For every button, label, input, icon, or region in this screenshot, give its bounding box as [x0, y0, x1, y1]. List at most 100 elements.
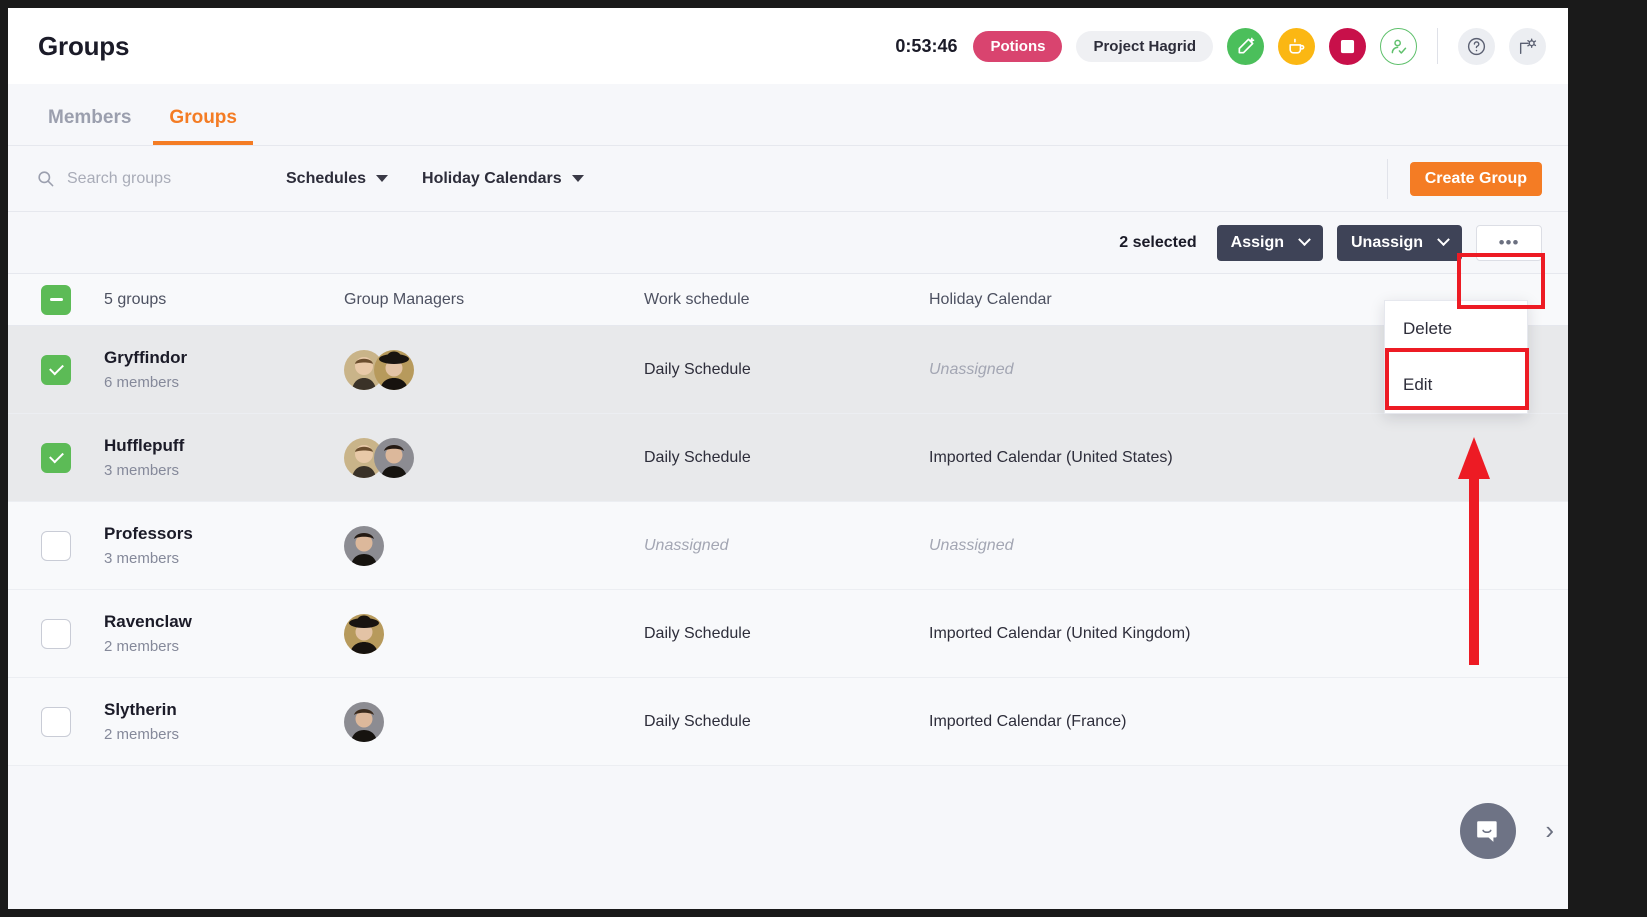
group-name-cell: Hufflepuff 3 members — [104, 436, 344, 479]
group-member-count: 6 members — [104, 374, 180, 391]
table-header-row: 5 groups Group Managers Work schedule Ho… — [8, 274, 1568, 326]
start-tracking-icon[interactable] — [1227, 27, 1264, 65]
select-all-checkbox[interactable] — [41, 284, 71, 315]
group-member-count: 2 members — [104, 726, 180, 743]
table-row[interactable]: Gryffindor 6 members Daily Schedule Unas… — [8, 326, 1568, 414]
table-row[interactable]: Professors 3 members Unassigned Unassign… — [8, 502, 1568, 590]
unassign-button-label: Unassign — [1350, 233, 1423, 251]
row-checkbox[interactable] — [41, 530, 71, 561]
page-title: Groups — [38, 30, 130, 61]
group-managers-cell — [344, 437, 644, 478]
assign-button[interactable]: Assign — [1216, 224, 1323, 261]
create-group-area: Create Group — [1386, 146, 1568, 211]
column-group-managers: Group Managers — [344, 290, 465, 308]
holiday-calendar-value: Imported Calendar (France) — [929, 712, 1127, 730]
avatar — [374, 349, 414, 390]
settings-button[interactable] — [1509, 27, 1546, 65]
avatar — [344, 701, 384, 742]
more-options-button[interactable]: ••• — [1476, 224, 1542, 261]
chat-bubble-icon — [1477, 821, 1497, 842]
avatar-image — [374, 437, 414, 478]
check-icon — [48, 448, 64, 464]
selected-count: 2 selected — [1119, 233, 1197, 251]
holiday-calendars-filter-label: Holiday Calendars — [422, 169, 562, 187]
group-name: Gryffindor — [104, 348, 188, 367]
group-member-count: 3 members — [104, 550, 180, 567]
row-checkbox[interactable] — [41, 706, 71, 737]
group-managers-cell — [344, 349, 644, 390]
more-options-menu: Delete Edit — [1384, 300, 1528, 414]
tab-members[interactable]: Members — [32, 107, 147, 145]
search-box[interactable] — [36, 169, 286, 188]
top-header: Groups 0:53:46 Potions Project Hagrid — [8, 8, 1568, 84]
work-schedule-cell: Unassigned — [644, 537, 929, 555]
holiday-calendar-value: Imported Calendar (United Kingdom) — [929, 624, 1191, 642]
chevron-down-icon — [571, 175, 584, 182]
schedules-filter[interactable]: Schedules — [286, 169, 389, 188]
more-options-label: ••• — [1498, 232, 1520, 252]
work-schedule-value: Daily Schedule — [644, 448, 751, 466]
menu-item-edit[interactable]: Edit — [1385, 357, 1527, 413]
row-select-cell — [8, 442, 104, 473]
chevron-down-icon — [376, 175, 389, 182]
filter-divider — [1386, 158, 1388, 199]
holiday-calendar-value: Unassigned — [929, 360, 1014, 378]
groups-table: 5 groups Group Managers Work schedule Ho… — [8, 274, 1568, 766]
work-schedule-cell: Daily Schedule — [644, 361, 929, 379]
group-managers-cell — [344, 525, 644, 566]
avatar — [374, 437, 414, 478]
header-actions: 0:53:46 Potions Project Hagrid — [895, 27, 1546, 65]
chevron-right-icon[interactable]: › — [1545, 817, 1554, 843]
project-pill[interactable]: Project Hagrid — [1076, 30, 1213, 62]
menu-item-delete[interactable]: Delete — [1385, 301, 1527, 357]
holiday-calendars-filter[interactable]: Holiday Calendars — [422, 170, 584, 188]
chat-launcher-button[interactable] — [1460, 803, 1516, 859]
stop-square-icon — [1340, 39, 1355, 53]
row-checkbox[interactable] — [41, 442, 71, 473]
work-schedule-cell: Daily Schedule — [644, 449, 929, 467]
group-member-count: 3 members — [104, 462, 180, 479]
presence-status-icon[interactable] — [1380, 27, 1417, 65]
settings-gear-icon — [1519, 38, 1536, 55]
unassign-button[interactable]: Unassign — [1336, 224, 1462, 261]
task-pill[interactable]: Potions — [973, 30, 1063, 62]
tab-bar: Members Groups — [8, 84, 1568, 146]
group-name: Professors — [104, 524, 193, 543]
stop-tracking-icon[interactable] — [1329, 27, 1366, 65]
bulk-action-bar: 2 selected Assign Unassign ••• — [8, 212, 1568, 274]
table-row[interactable]: Slytherin 2 members Daily Schedule Impor… — [8, 678, 1568, 766]
help-question-icon — [1467, 37, 1486, 55]
row-select-cell — [8, 618, 104, 649]
avatar-group — [344, 613, 384, 654]
avatar-image — [374, 349, 414, 390]
holiday-calendar-value: Unassigned — [929, 536, 1014, 554]
filter-bar: Schedules Holiday Calendars Create Group — [8, 146, 1568, 212]
group-member-count: 2 members — [104, 638, 180, 655]
table-row[interactable]: Hufflepuff 3 members Daily Schedule Impo… — [8, 414, 1568, 502]
row-select-cell — [8, 706, 104, 737]
row-select-cell — [8, 354, 104, 385]
work-schedule-cell: Daily Schedule — [644, 713, 929, 731]
avatar — [344, 613, 384, 654]
work-schedule-value: Daily Schedule — [644, 624, 751, 642]
group-name-cell: Slytherin 2 members — [104, 700, 344, 743]
table-row[interactable]: Ravenclaw 2 members Daily Schedule Impor… — [8, 590, 1568, 678]
create-group-button[interactable]: Create Group — [1409, 161, 1542, 196]
schedules-filter-label: Schedules — [286, 169, 367, 187]
group-name-cell: Professors 3 members — [104, 524, 344, 567]
search-input[interactable] — [67, 169, 267, 188]
work-schedule-cell: Daily Schedule — [644, 625, 929, 643]
break-icon[interactable] — [1278, 27, 1315, 65]
avatar-group — [344, 701, 384, 742]
tab-groups[interactable]: Groups — [153, 107, 253, 145]
user-check-icon — [1391, 39, 1407, 54]
holiday-calendar-cell: Imported Calendar (France) — [929, 713, 1568, 731]
help-button[interactable] — [1458, 27, 1495, 65]
row-checkbox[interactable] — [41, 618, 71, 649]
session-timer: 0:53:46 — [895, 35, 958, 56]
avatar-image — [344, 613, 384, 654]
work-schedule-value: Unassigned — [644, 536, 729, 554]
avatar-group — [344, 349, 414, 390]
row-checkbox[interactable] — [41, 354, 71, 385]
column-work-schedule: Work schedule — [644, 290, 750, 308]
